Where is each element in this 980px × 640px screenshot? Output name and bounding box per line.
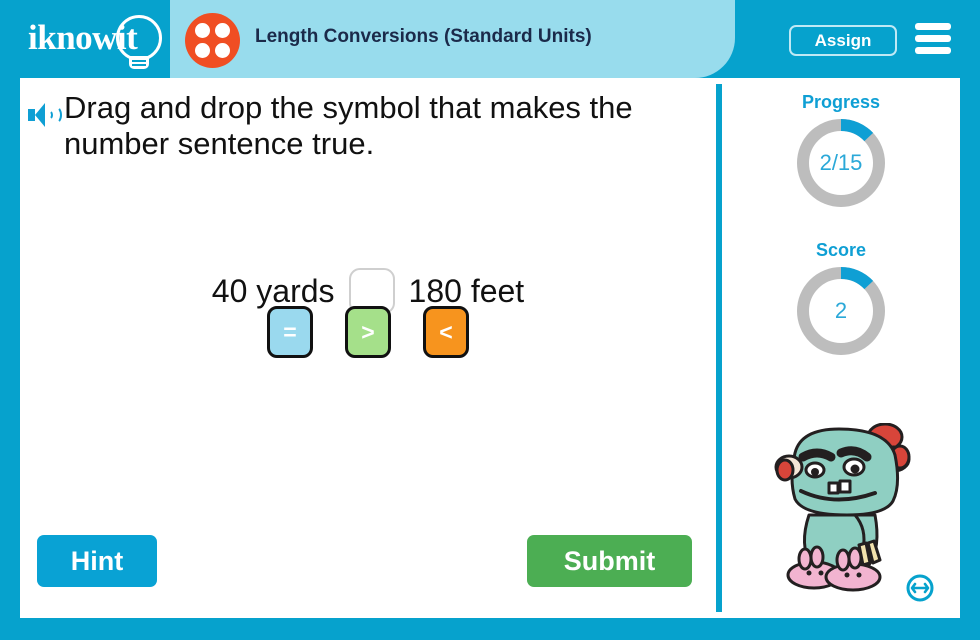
page-title: Length Conversions (Standard Units) (255, 26, 592, 47)
monster-mascot (767, 422, 932, 593)
progress-ring: 2/15 (795, 117, 887, 209)
hint-button[interactable]: Hint (37, 535, 157, 587)
sentence-left-term: 40 yards (211, 272, 335, 309)
resize-horizontal-icon[interactable] (905, 573, 935, 603)
hamburger-menu-icon[interactable] (915, 22, 951, 56)
symbol-tile-less-than[interactable]: < (423, 306, 469, 358)
score-label: Score (815, 240, 867, 260)
lightbulb-icon (116, 15, 162, 61)
progress-meter: Progress 2/15 (775, 92, 907, 209)
progress-label: Progress (801, 92, 881, 112)
symbol-tile-greater-than[interactable]: > (345, 306, 391, 358)
progress-value: 2/15 (819, 150, 863, 175)
symbol-tile-tray: = > < (20, 306, 716, 358)
assign-button[interactable]: Assign (789, 25, 897, 56)
score-value: 2 (834, 298, 848, 323)
submit-button[interactable]: Submit (527, 535, 692, 587)
app-root: iknowit Length Conversions (Standard Uni… (0, 0, 980, 640)
content-stage: Drag and drop the symbol that makes the … (20, 78, 960, 618)
speaker-audio-icon[interactable] (28, 102, 62, 130)
score-ring: 2 (795, 265, 887, 357)
four-dots-icon (185, 13, 240, 68)
sentence-right-term: 180 feet (408, 272, 525, 309)
score-meter: Score 2 (775, 240, 907, 357)
lightbulb-base-icon (129, 56, 149, 69)
iknowit-logo[interactable]: iknowit (24, 12, 164, 69)
frame-corner (0, 600, 20, 640)
status-panel: Progress 2/15 Score 2 (722, 78, 960, 618)
symbol-tile-equals[interactable]: = (267, 306, 313, 358)
app-header: iknowit Length Conversions (Standard Uni… (0, 0, 980, 78)
question-text: Drag and drop the symbol that makes the … (64, 90, 633, 161)
